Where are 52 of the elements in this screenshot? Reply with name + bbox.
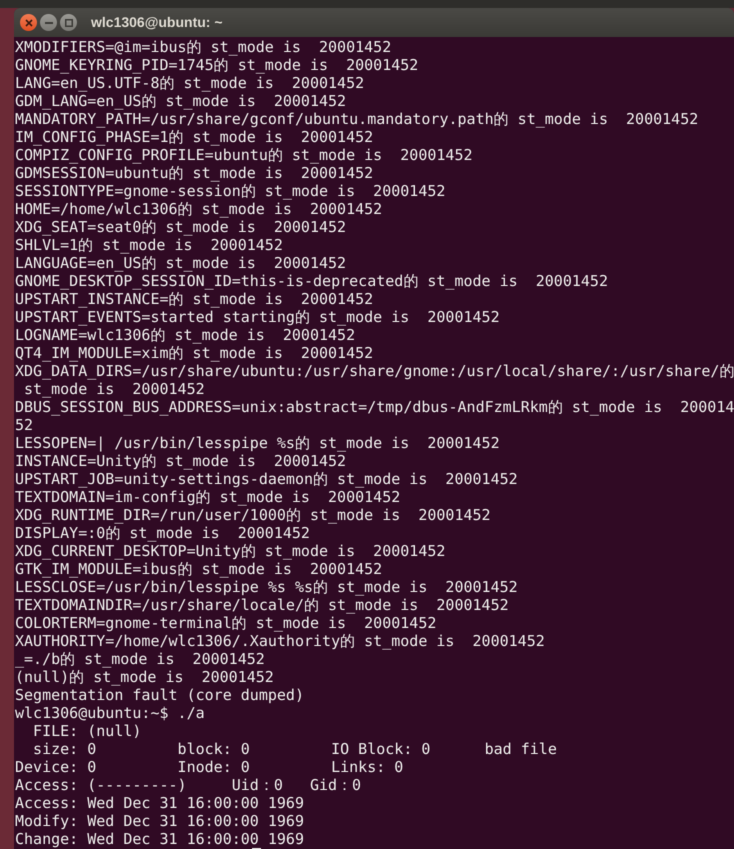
terminal-line: XMODIFIERS=@im=ibus的 st_mode is 20001452 — [15, 38, 392, 56]
terminal-line: _=./b的 st_mode is 20001452 — [15, 650, 265, 668]
terminal-line: UPSTART_INSTANCE=的 st_mode is 20001452 — [15, 290, 374, 308]
terminal-line: TEXTDOMAIN=im-config的 st_mode is 20001452 — [15, 488, 400, 506]
minimize-icon — [44, 22, 52, 24]
terminal-line: TEXTDOMAINDIR=/usr/share/locale/的 st_mode is 20001452 — [15, 596, 509, 614]
terminal-line: Device: 0 Inode: 0 Links: 0 — [15, 758, 404, 776]
terminal-line: QT4_IM_MODULE=xim的 st_mode is 20001452 — [15, 344, 374, 362]
terminal-line: FILE: (null) — [32, 722, 142, 740]
terminal-line: wlc1306@ubuntu:~$ ./a — [15, 704, 205, 722]
window-title: wlc1306@ubuntu: ~ — [91, 13, 223, 32]
terminal-line: UPSTART_EVENTS=started starting的 st_mode is 20001452 — [15, 308, 500, 326]
close-button[interactable] — [20, 14, 37, 31]
terminal-line: GNOME_DESKTOP_SESSION_ID=this-is-deprecated的 st_mode is 20001452 — [15, 272, 608, 290]
close-icon — [24, 18, 32, 26]
terminal-line: XAUTHORITY=/home/wlc1306/.Xauthority的 st_mode is 20001452 — [15, 632, 545, 650]
terminal-line: COLORTERM=gnome-terminal的 st_mode is 20001452 — [15, 614, 436, 632]
terminal-line: Segmentation fault (core dumped) — [15, 686, 304, 704]
terminal-line: Modify: Wed Dec 31 16:00:00 1969 — [15, 812, 304, 830]
terminal-line: DISPLAY=:0的 st_mode is 20001452 — [15, 524, 310, 542]
terminal-line: (null)的 st_mode is 20001452 — [15, 668, 274, 686]
terminal-line: HOME=/home/wlc1306的 st_mode is 20001452 — [15, 200, 382, 218]
terminal-line: LOGNAME=wlc1306的 st_mode is 20001452 — [15, 326, 356, 344]
terminal-line: LESSOPEN=| /usr/bin/lesspipe %s的 st_mode is 20001452 — [15, 434, 500, 452]
terminal-line: Access: (---------) Uid：0 Gid：0 — [15, 776, 362, 794]
terminal-line: COMPIZ_CONFIG_PROFILE=ubuntu的 st_mode is 20001452 — [15, 146, 473, 164]
maximize-button[interactable] — [60, 14, 77, 31]
terminal-line: MANDATORY_PATH=/usr/share/gconf/ubuntu.mandatory.path的 st_mode is 20001452 — [15, 110, 698, 128]
terminal-line: INSTANCE=Unity的 st_mode is 20001452 — [15, 452, 346, 470]
terminal-line: GDM_LANG=en_US的 st_mode is 20001452 — [15, 92, 346, 110]
terminal-line: SESSIONTYPE=gnome-session的 st_mode is 20001452 — [15, 182, 446, 200]
terminal-line: LANG=en_US.UTF-8的 st_mode is 20001452 — [15, 74, 364, 92]
terminal-line: LANGUAGE=en_US的 st_mode is 20001452 — [15, 254, 346, 272]
terminal-line: GNOME_KEYRING_PID=1745的 st_mode is 20001452 — [15, 56, 418, 74]
terminal-line: 52 — [15, 416, 34, 434]
maximize-icon — [64, 18, 72, 26]
terminal-line: GDMSESSION=ubuntu的 st_mode is 20001452 — [15, 164, 374, 182]
minimize-button[interactable] — [40, 14, 57, 31]
terminal-line: XDG_RUNTIME_DIR=/run/user/1000的 st_mode is 20001452 — [15, 506, 491, 524]
terminal-line: XDG_CURRENT_DESKTOP=Unity的 st_mode is 20001452 — [15, 542, 446, 560]
terminal-line: IM_CONFIG_PHASE=1的 st_mode is 20001452 — [15, 128, 374, 146]
terminal-line: XDG_DATA_DIRS=/usr/share/ubuntu:/usr/share/gnome:/usr/local/share/:/usr/share/的 — [15, 362, 734, 380]
terminal-line: XDG_SEAT=seat0的 st_mode is 20001452 — [15, 218, 346, 236]
terminal-line: Access: Wed Dec 31 16:00:00 1969 — [15, 794, 304, 812]
terminal-line: Change: Wed Dec 31 16:00:00 1969 — [15, 830, 304, 848]
terminal-line: st_mode is 20001452 — [23, 380, 205, 398]
terminal-line: GTK_IM_MODULE=ibus的 st_mode is 20001452 — [15, 560, 382, 578]
terminal-line: DBUS_SESSION_BUS_ADDRESS=unix:abstract=/tmp/dbus-AndFzmLRkm的 st_mode is 200014 — [15, 398, 734, 416]
terminal-line: LESSCLOSE=/usr/bin/lesspipe %s %s的 st_mode is 20001452 — [15, 578, 518, 596]
terminal-line: SHLVL=1的 st_mode is 20001452 — [15, 236, 283, 254]
terminal-line: size: 0 block: 0 IO Block: 0 bad file — [32, 740, 557, 758]
terminal-line: UPSTART_JOB=unity-settings-daemon的 st_mode is 20001452 — [15, 470, 518, 488]
